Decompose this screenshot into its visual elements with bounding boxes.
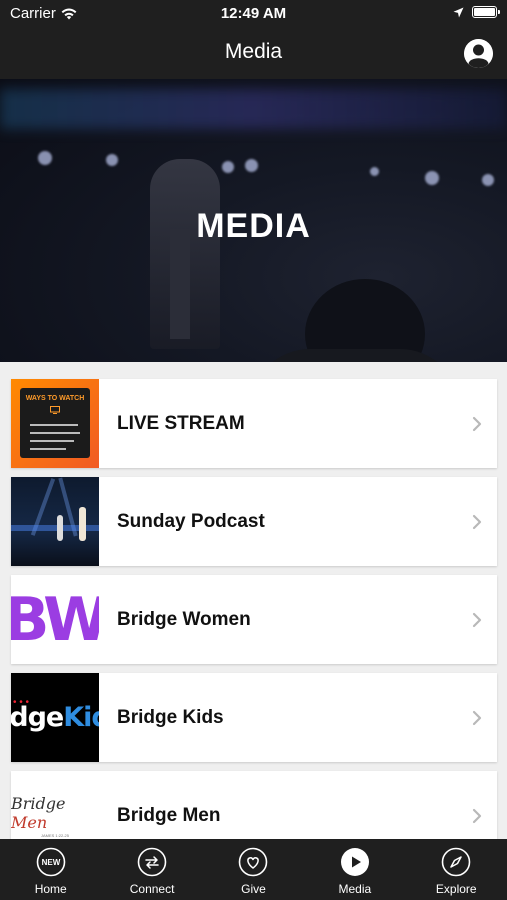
monitor-icon	[50, 406, 60, 414]
camera-operator-shoulders	[250, 349, 460, 362]
tab-explore[interactable]: Explore	[406, 839, 507, 900]
media-item-sunday-podcast[interactable]: Sunday Podcast	[11, 477, 497, 566]
stage-light	[370, 167, 379, 176]
tab-label: Connect	[129, 882, 175, 896]
tab-label: Media	[338, 882, 372, 896]
tab-label: Give	[241, 882, 266, 896]
stage-light	[482, 174, 494, 186]
stage-light	[425, 171, 439, 185]
tab-home[interactable]: NEW Home	[0, 839, 101, 900]
tab-label: Home	[34, 882, 67, 896]
page-title: Media	[224, 40, 283, 63]
status-time: 12:49 AM	[220, 5, 287, 22]
media-item-label: Sunday Podcast	[117, 510, 265, 532]
chevron-right-icon	[457, 710, 497, 726]
chevron-right-icon	[457, 514, 497, 530]
connect-arrows-icon	[137, 847, 167, 877]
bridge-women-logo-text: BW	[11, 584, 99, 655]
nav-bar: Media	[0, 28, 507, 79]
media-item-live-stream[interactable]: WAYS TO WATCH LIVE STREAM	[11, 379, 497, 468]
live-stream-thumbnail: WAYS TO WATCH	[11, 379, 99, 468]
sunday-podcast-thumbnail	[11, 477, 99, 566]
battery-icon	[472, 6, 500, 18]
stage-light	[222, 161, 234, 173]
stage-light	[38, 151, 52, 165]
svg-text:NEW: NEW	[41, 858, 60, 867]
hero-light-band	[0, 89, 507, 129]
chevron-right-icon	[457, 416, 497, 432]
ways-to-watch-panel: WAYS TO WATCH	[20, 388, 90, 458]
compass-icon	[441, 847, 471, 877]
media-item-label: Bridge Kids	[117, 706, 224, 728]
tab-media[interactable]: Media	[304, 839, 405, 900]
media-item-bridge-women[interactable]: BW Bridge Women	[11, 575, 497, 664]
media-item-label: LIVE STREAM	[117, 412, 245, 434]
bridge-men-logo-text: Bridge Men	[11, 793, 66, 832]
heart-icon	[239, 847, 268, 877]
stage-light	[245, 159, 258, 172]
bridge-men-logo-subtext: JAMES 1:22-25	[40, 832, 69, 838]
tab-label: Explore	[435, 882, 477, 896]
hero-banner: MEDIA	[0, 79, 507, 362]
user-circle-icon	[464, 39, 493, 68]
new-badge-icon: NEW	[36, 847, 65, 877]
tab-bar: NEW Home Connect Give Media Explore	[0, 839, 507, 900]
media-item-label: Bridge Women	[117, 608, 251, 630]
media-item-bridge-kids[interactable]: • • • idgeKid Bridge Kids	[11, 673, 497, 762]
status-bar: Carrier 12:49 AM	[0, 0, 507, 28]
bridge-women-thumbnail: BW	[11, 575, 99, 664]
location-arrow-icon	[453, 7, 464, 17]
bridge-kids-thumbnail: • • • idgeKid	[11, 673, 99, 762]
chevron-right-icon	[457, 612, 497, 628]
play-icon	[340, 848, 369, 876]
chevron-right-icon	[457, 808, 497, 824]
profile-button[interactable]	[464, 39, 493, 68]
stage-light	[106, 154, 118, 166]
logo-dots: • • •	[13, 697, 30, 708]
tab-connect[interactable]: Connect	[101, 839, 202, 900]
thumb-heading: WAYS TO WATCH	[25, 395, 85, 402]
media-item-label: Bridge Men	[117, 804, 221, 826]
hero-title: MEDIA	[196, 207, 311, 245]
tab-give[interactable]: Give	[203, 839, 304, 900]
